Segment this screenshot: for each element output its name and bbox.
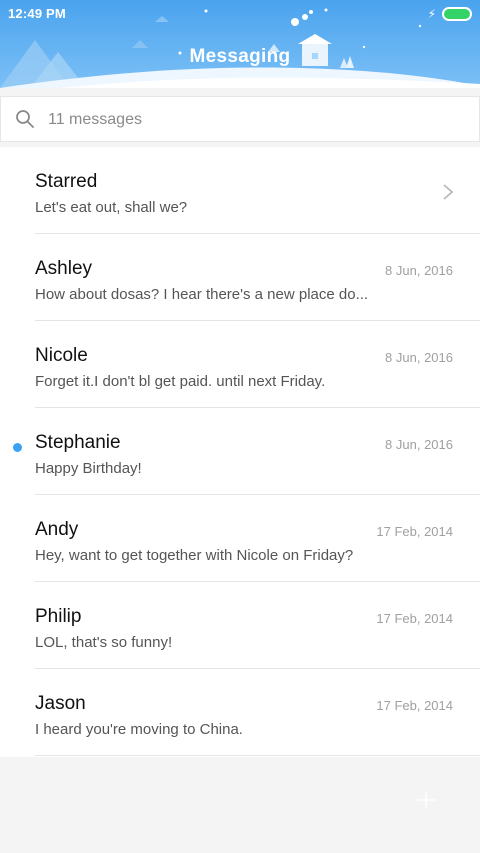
conversation-name: Stephanie xyxy=(35,432,121,453)
conversation-row[interactable]: Andy 17 Feb, 2014 Hey, want to get toget… xyxy=(0,495,480,582)
conversation-preview: LOL, that's so funny! xyxy=(35,634,173,651)
conversation-name: Starred xyxy=(35,171,98,192)
conversation-preview: Let's eat out, shall we? xyxy=(35,199,188,216)
search-placeholder: 11 messages xyxy=(48,111,142,128)
search-icon xyxy=(16,110,34,128)
conversation-date: 17 Feb, 2014 xyxy=(376,524,453,539)
conversation-name: Philip xyxy=(35,606,82,627)
conversation-preview: I heard you're moving to China. xyxy=(35,721,243,738)
conversation-preview: Happy Birthday! xyxy=(35,460,142,477)
conversation-date: 8 Jun, 2016 xyxy=(385,437,453,452)
plus-icon[interactable] xyxy=(416,790,436,810)
conversation-date: 17 Feb, 2014 xyxy=(376,698,453,713)
status-time: 12:49 PM xyxy=(8,6,66,21)
conversation-row[interactable]: Jason 17 Feb, 2014 I heard you're moving… xyxy=(0,669,480,756)
page-title: Messaging xyxy=(189,46,291,67)
conversation-date: 8 Jun, 2016 xyxy=(385,350,453,365)
bottom-bar xyxy=(0,757,480,853)
conversation-list: Starred Let's eat out, shall we? Ashley … xyxy=(0,147,480,757)
conversation-name: Jason xyxy=(35,693,86,714)
search-bar[interactable]: 11 messages xyxy=(0,96,480,142)
conversation-preview: Forget it.I don't bl get paid. until nex… xyxy=(35,373,326,390)
conversation-name: Nicole xyxy=(35,345,88,366)
unread-indicator xyxy=(13,443,22,452)
app-header: 12:49 PM ⚡ Messaging xyxy=(0,0,480,88)
conversation-preview: Hey, want to get together with Nicole on… xyxy=(35,547,354,564)
conversation-date: 17 Feb, 2014 xyxy=(376,611,453,626)
conversation-row[interactable]: Nicole 8 Jun, 2016 Forget it.I don't bl … xyxy=(0,321,480,408)
header-illustration xyxy=(0,8,480,88)
conversation-row[interactable]: Stephanie 8 Jun, 2016 Happy Birthday! xyxy=(0,408,480,495)
conversation-date: 8 Jun, 2016 xyxy=(385,263,453,278)
chevron-right-icon xyxy=(443,184,454,200)
battery-icon xyxy=(442,7,472,21)
conversation-preview: How about dosas? I hear there's a new pl… xyxy=(35,286,369,303)
status-icons: ⚡ xyxy=(428,6,472,22)
conversation-starred[interactable]: Starred Let's eat out, shall we? xyxy=(0,147,480,234)
charging-icon: ⚡ xyxy=(427,7,436,21)
conversation-row[interactable]: Ashley 8 Jun, 2016 How about dosas? I he… xyxy=(0,234,480,321)
conversation-name: Andy xyxy=(35,519,79,540)
conversation-row[interactable]: Philip 17 Feb, 2014 LOL, that's so funny… xyxy=(0,582,480,669)
conversation-name: Ashley xyxy=(35,258,93,279)
divider xyxy=(35,755,480,756)
